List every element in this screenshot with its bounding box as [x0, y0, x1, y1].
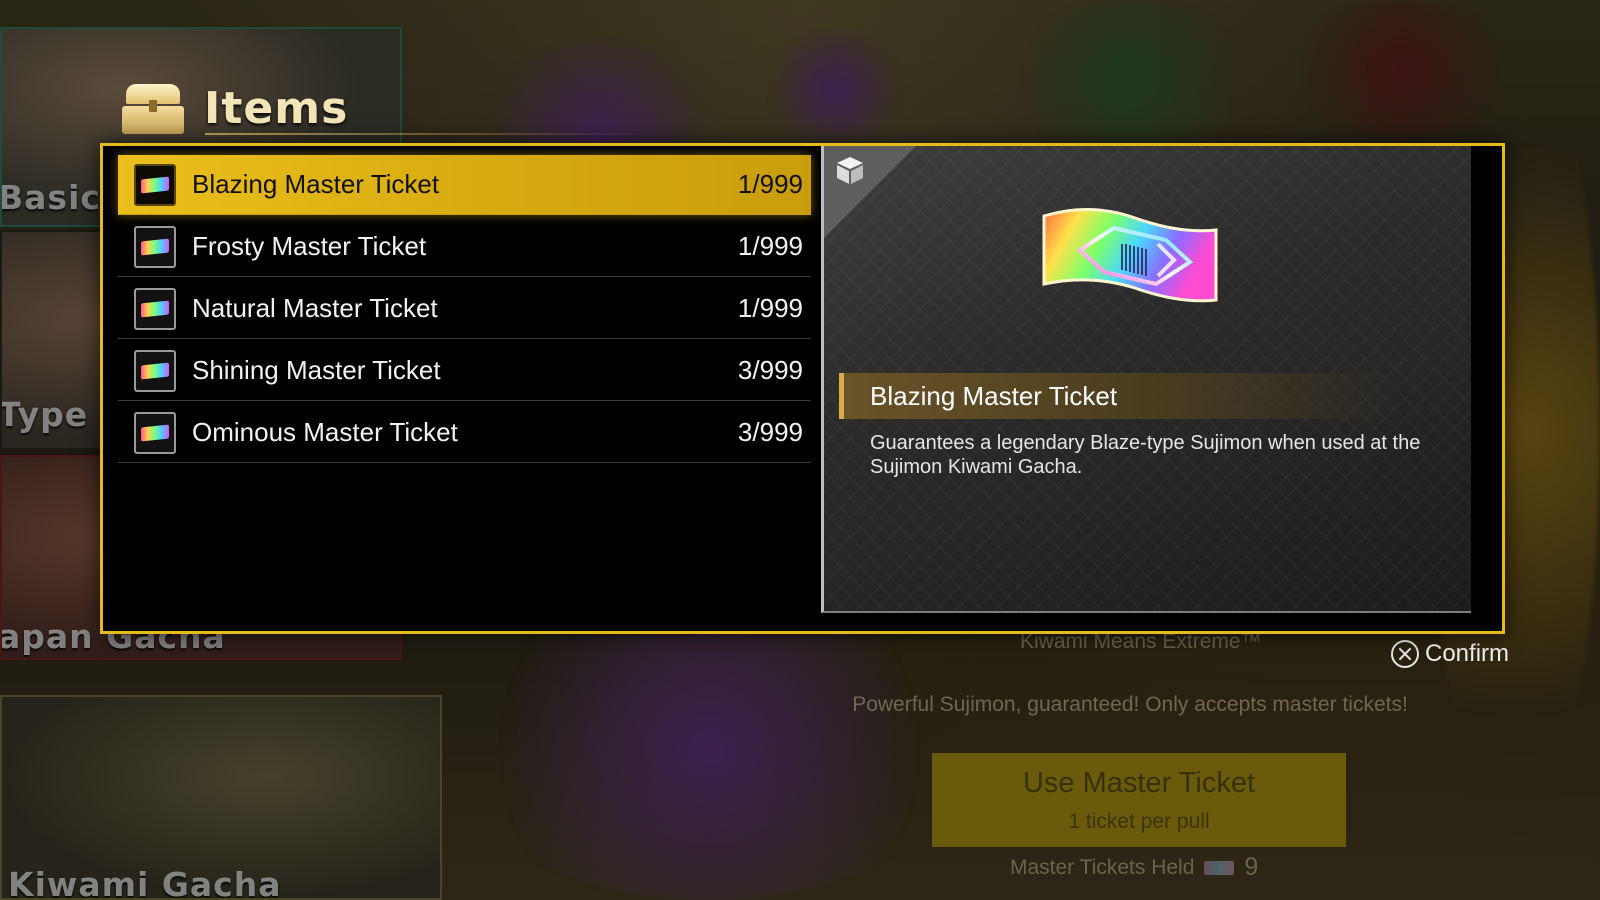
ticket-icon: [134, 411, 176, 454]
item-list: Blazing Master Ticket 1/999 Frosty Maste…: [118, 155, 811, 465]
item-row-shining-master-ticket[interactable]: Shining Master Ticket 3/999: [118, 341, 811, 401]
detail-title-bar: Blazing Master Ticket: [839, 373, 1399, 419]
banner-kiwami-gacha[interactable]: Kiwami Gacha: [0, 695, 442, 900]
tickets-held-count: 9: [1244, 853, 1259, 881]
item-row-natural-master-ticket[interactable]: Natural Master Ticket 1/999: [118, 279, 811, 339]
item-count: 1/999: [737, 293, 803, 323]
ticket-icon: [134, 225, 176, 268]
item-row-frosty-master-ticket[interactable]: Frosty Master Ticket 1/999: [118, 217, 811, 277]
item-name: Shining Master Ticket: [192, 355, 441, 385]
item-count: 3/999: [737, 417, 803, 447]
gacha-description: Powerful Sujimon, guaranteed! Only accep…: [852, 693, 1408, 716]
item-row-ominous-master-ticket[interactable]: Ominous Master Ticket 3/999: [118, 403, 811, 463]
ticket-icon: [134, 163, 176, 206]
item-row-blazing-master-ticket[interactable]: Blazing Master Ticket 1/999: [118, 155, 811, 215]
page-title: Items: [204, 82, 349, 134]
banner-label: Kiwami Gacha: [8, 865, 282, 900]
background-figure: [760, 30, 910, 150]
background-figure: [1000, 0, 1260, 160]
rainbow-ticket-icon: [1042, 208, 1218, 303]
box-icon: [837, 157, 863, 184]
item-name: Blazing Master Ticket: [192, 169, 440, 199]
detail-description: Guarantees a legendary Blaze-type Sujimo…: [870, 432, 1421, 478]
item-count: 3/999: [737, 355, 803, 385]
confirm-prompt[interactable]: Confirm: [1391, 640, 1509, 668]
chest-icon: [122, 82, 184, 134]
cross-button-icon: [1391, 640, 1419, 668]
use-ticket-label: Use Master Ticket: [1022, 767, 1256, 799]
items-header: Items: [122, 82, 348, 134]
ticket-icon: [1204, 860, 1235, 875]
use-master-ticket-button[interactable]: Use Master Ticket 1 ticket per pull: [932, 753, 1346, 847]
tickets-held-label: Master Tickets Held: [1010, 855, 1195, 879]
item-detail-pane: Blazing Master Ticket Guarantees a legen…: [821, 146, 1471, 613]
item-count: 1/999: [737, 169, 803, 199]
item-name: Ominous Master Ticket: [192, 417, 458, 447]
header-divider: [205, 133, 650, 135]
item-name: Natural Master Ticket: [192, 293, 438, 323]
item-count: 1/999: [737, 231, 803, 261]
ticket-icon: [134, 287, 176, 330]
ticket-icon: [134, 349, 176, 392]
detail-title: Blazing Master Ticket: [870, 380, 1118, 411]
tickets-held: Master Tickets Held 9: [1010, 853, 1310, 882]
items-panel: Blazing Master Ticket 1/999 Frosty Maste…: [100, 143, 1505, 634]
confirm-label: Confirm: [1425, 640, 1510, 667]
background-figure: [450, 600, 970, 900]
use-ticket-sublabel: 1 ticket per pull: [1068, 810, 1210, 833]
item-name: Frosty Master Ticket: [192, 231, 427, 261]
